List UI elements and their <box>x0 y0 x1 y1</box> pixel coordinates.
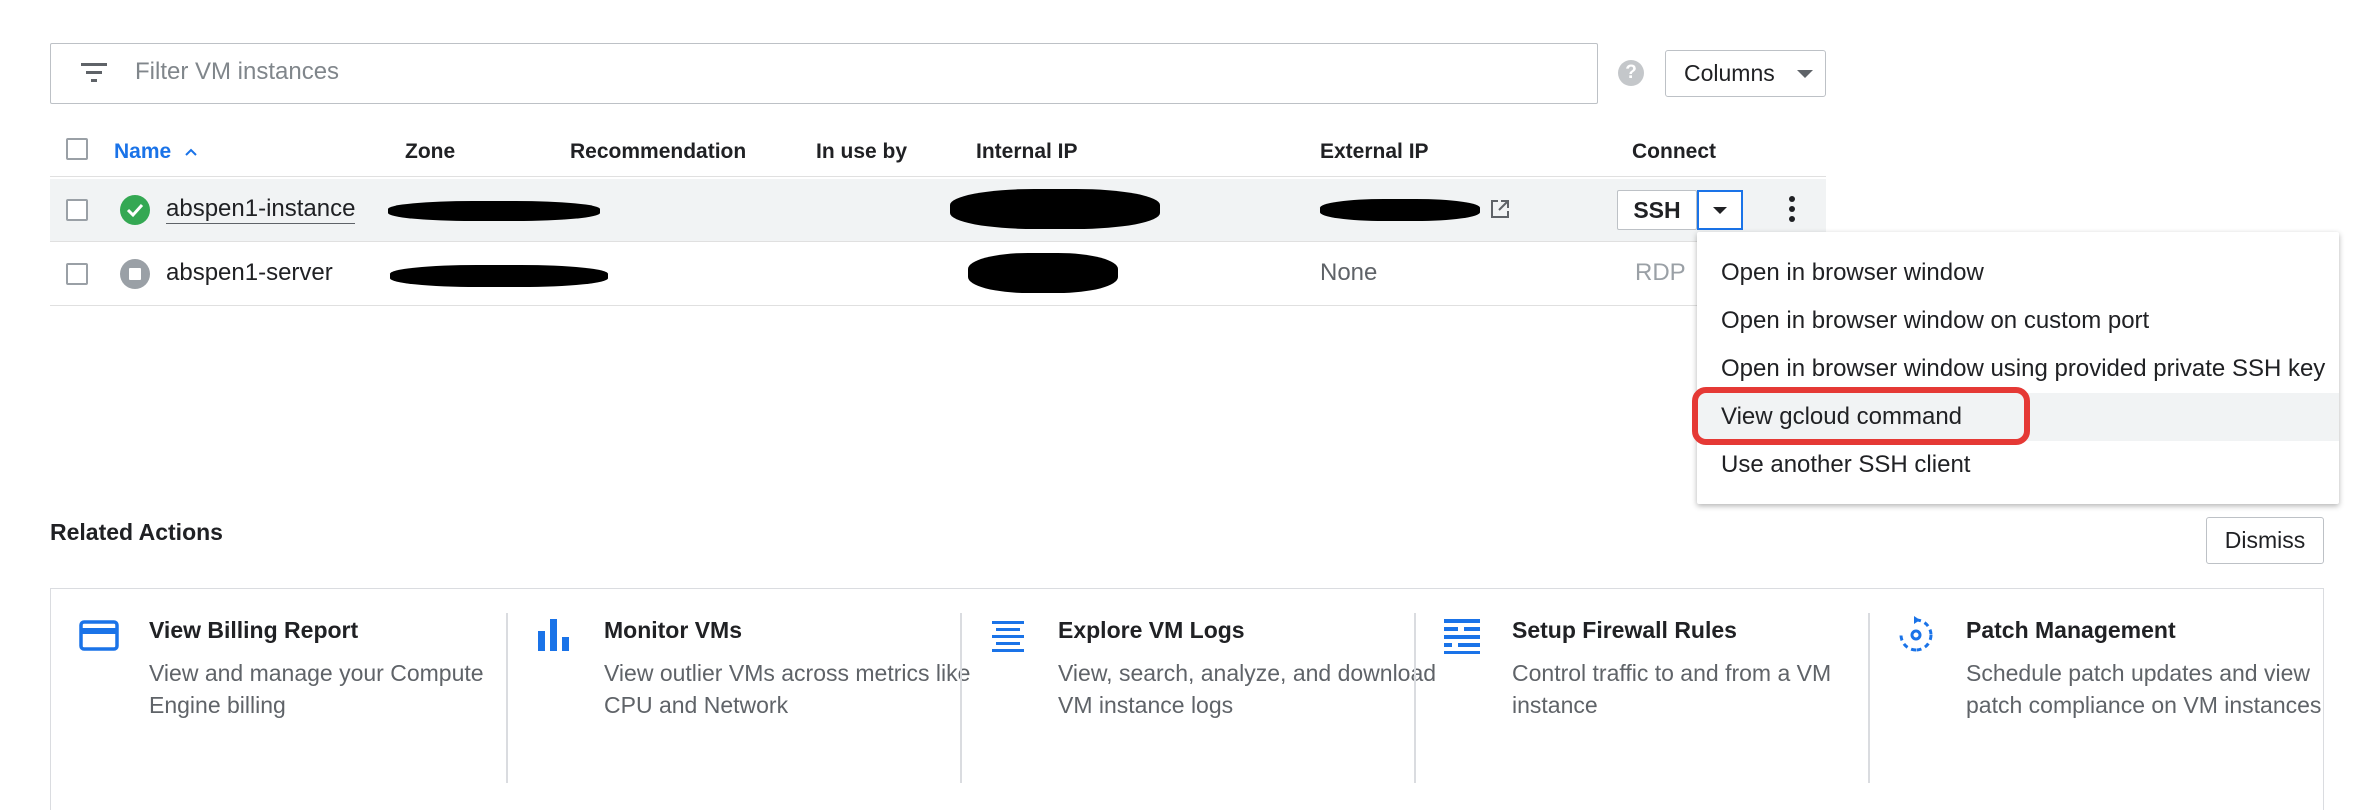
table-row[interactable]: abspen1-instance <box>50 179 1826 242</box>
external-ip-value: None <box>1320 259 1378 286</box>
redacted-internal-ip <box>950 189 1160 229</box>
column-header-connect: Connect <box>1632 140 1716 163</box>
row-checkbox[interactable] <box>66 199 88 221</box>
menu-item-open-custom-port[interactable]: Open in browser window on custom port <box>1697 297 2339 345</box>
column-header-recommendation[interactable]: Recommendation <box>570 140 746 164</box>
chevron-down-icon <box>1713 206 1727 214</box>
menu-item-another-client[interactable]: Use another SSH client <box>1697 441 2339 489</box>
row-checkbox[interactable] <box>66 263 88 285</box>
sort-ascending-icon <box>185 149 197 157</box>
bar-chart-icon <box>538 619 569 651</box>
ssh-dropdown-button[interactable] <box>1697 190 1743 230</box>
related-actions-panel: View Billing Report View and manage your… <box>50 588 2324 810</box>
card-patch-management[interactable]: Patch Management Schedule patch updates … <box>1868 589 2322 811</box>
column-header-in-use-by[interactable]: In use by <box>816 140 907 164</box>
redacted-zone <box>388 201 600 221</box>
table-header: Name Zone Recommendation In use by Inter… <box>50 130 1826 177</box>
filter-input[interactable]: Filter VM instances <box>135 58 339 86</box>
ssh-button[interactable]: SSH <box>1617 190 1697 230</box>
card-description: Schedule patch updates and view patch co… <box>1966 660 2322 718</box>
card-description: Control traffic to and from a VM instanc… <box>1512 660 1832 718</box>
filter-bar[interactable]: Filter VM instances <box>50 43 1598 104</box>
ssh-options-menu: Open in browser window Open in browser w… <box>1697 232 2339 504</box>
card-explore-logs[interactable]: Explore VM Logs View, search, analyze, a… <box>960 589 1436 811</box>
redacted-zone <box>390 265 608 287</box>
redacted-external-ip <box>1320 199 1480 221</box>
chevron-down-icon <box>1796 69 1813 78</box>
firewall-icon <box>1444 619 1480 654</box>
more-actions-icon[interactable] <box>1787 193 1797 227</box>
redacted-internal-ip <box>968 253 1118 293</box>
card-title[interactable]: Explore VM Logs <box>1058 617 1245 644</box>
patch-cycle-icon <box>1899 616 1933 652</box>
columns-button[interactable]: Columns <box>1665 50 1826 97</box>
column-header-external-ip[interactable]: External IP <box>1320 140 1429 164</box>
card-description: View outlier VMs across metrics like CPU… <box>604 660 971 718</box>
column-header-internal-ip[interactable]: Internal IP <box>976 140 1078 164</box>
column-header-name[interactable]: Name <box>114 140 199 164</box>
annotation-highlight <box>1692 387 2030 445</box>
rdp-button[interactable]: RDP <box>1635 259 1686 287</box>
card-firewall-rules[interactable]: Setup Firewall Rules Control traffic to … <box>1414 589 1868 811</box>
instance-name-link[interactable]: abspen1-server <box>166 259 333 287</box>
external-link-icon[interactable] <box>1488 197 1512 221</box>
column-header-name-label: Name <box>114 140 172 163</box>
card-title[interactable]: Monitor VMs <box>604 617 742 644</box>
card-description: View and manage your Compute Engine bill… <box>149 660 484 718</box>
card-title[interactable]: Patch Management <box>1966 617 2176 644</box>
menu-item-open-private-key[interactable]: Open in browser window using provided pr… <box>1697 345 2339 393</box>
card-description: View, search, analyze, and download VM i… <box>1058 660 1437 718</box>
table-row[interactable]: abspen1-server None RDP <box>50 243 1826 306</box>
filter-icon <box>81 63 107 82</box>
logs-icon <box>992 621 1024 652</box>
select-all-checkbox[interactable] <box>66 138 88 160</box>
card-billing-report[interactable]: View Billing Report View and manage your… <box>51 589 505 811</box>
card-title[interactable]: View Billing Report <box>149 617 358 644</box>
dismiss-button[interactable]: Dismiss <box>2206 517 2324 564</box>
menu-item-open-browser[interactable]: Open in browser window <box>1697 249 2339 297</box>
related-actions-title: Related Actions <box>50 519 223 545</box>
column-header-zone[interactable]: Zone <box>405 140 455 164</box>
help-icon[interactable]: ? <box>1618 60 1644 86</box>
check-circle-icon <box>120 195 150 225</box>
instance-name-link[interactable]: abspen1-instance <box>166 195 356 224</box>
card-title[interactable]: Setup Firewall Rules <box>1512 617 1737 644</box>
stop-circle-icon <box>120 259 150 289</box>
card-monitor-vms[interactable]: Monitor VMs View outlier VMs across metr… <box>506 589 970 811</box>
credit-card-icon <box>79 620 119 651</box>
columns-label: Columns <box>1684 60 1775 86</box>
